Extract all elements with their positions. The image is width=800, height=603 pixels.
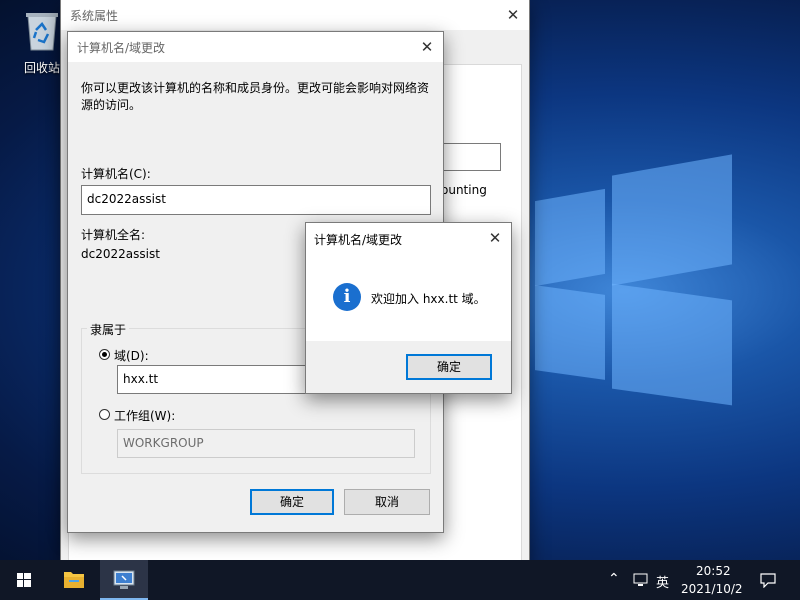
full-name-label: 计算机全名: (81, 228, 146, 242)
member-of-label: 隶属于 (87, 321, 130, 338)
message-ok-button[interactable]: 确定 (406, 354, 492, 380)
close-icon[interactable]: ✕ (479, 223, 511, 253)
workgroup-input: WORKGROUP (117, 429, 415, 458)
system-properties-titlebar: 系统属性 ✕ (61, 0, 529, 30)
message-text: 欢迎加入 hxx.tt 域。 (371, 292, 486, 306)
cancel-button[interactable]: 取消 (344, 489, 430, 515)
workgroup-radio[interactable] (99, 409, 110, 420)
windows-logo-icon (17, 573, 31, 587)
close-icon[interactable]: ✕ (497, 0, 529, 30)
clock-date[interactable]: 2021/10/2 (681, 582, 743, 596)
computer-name-input[interactable]: dc2022assist (81, 185, 431, 215)
computer-name-label: 计算机名(C): (81, 167, 151, 181)
taskbar: ⌃ ♪ 英 20:52 2021/10/2 (0, 560, 800, 600)
wallpaper-logo-pane (535, 285, 605, 380)
clock-time[interactable]: 20:52 (696, 564, 731, 578)
show-hidden-icons-chevron-icon[interactable]: ⌃ (608, 571, 620, 587)
desktop-background: 回收站 系统属性 ✕ ounting 计算机名/域更改 ✕ 你可以更改该计算机的… (0, 0, 800, 560)
folder-icon (64, 572, 84, 588)
system-properties-partial-text: ounting (441, 183, 487, 197)
wallpaper-logo-pane (612, 154, 732, 286)
ime-indicator[interactable]: 英 (656, 572, 669, 591)
message-box-titlebar: 计算机名/域更改 ✕ (306, 223, 511, 253)
dialog-description-line2: 源的访问。 (81, 98, 142, 112)
dialog-description-line1: 你可以更改该计算机的名称和成员身份。更改可能会影响对网络资 (81, 81, 430, 95)
welcome-message-box: 计算机名/域更改 ✕ i 欢迎加入 hxx.tt 域。 确定 (305, 222, 512, 394)
info-icon: i (333, 283, 361, 311)
workgroup-radio-label[interactable]: 工作组(W): (114, 407, 175, 424)
computer-name-dialog-titlebar: 计算机名/域更改 ✕ (68, 32, 443, 62)
info-icon-glyph: i (343, 286, 351, 307)
file-explorer-taskbar-button[interactable] (50, 560, 98, 600)
system-properties-title: 系统属性 (70, 9, 119, 23)
recycle-bin-icon (26, 13, 58, 51)
notification-icon[interactable] (759, 572, 777, 588)
system-properties-taskbar-button[interactable] (100, 560, 148, 600)
start-button[interactable] (0, 560, 48, 600)
ok-button[interactable]: 确定 (250, 489, 334, 515)
wallpaper-logo-pane (535, 188, 605, 287)
full-name-value: dc2022assist (81, 247, 160, 261)
message-box-title: 计算机名/域更改 (314, 233, 403, 247)
close-icon[interactable]: ✕ (411, 32, 443, 62)
domain-radio-label[interactable]: 域(D): (114, 347, 149, 364)
domain-radio[interactable] (99, 349, 110, 360)
wallpaper-logo-pane (612, 283, 732, 406)
computer-icon (113, 570, 135, 589)
computer-name-dialog-title: 计算机名/域更改 (77, 41, 166, 55)
